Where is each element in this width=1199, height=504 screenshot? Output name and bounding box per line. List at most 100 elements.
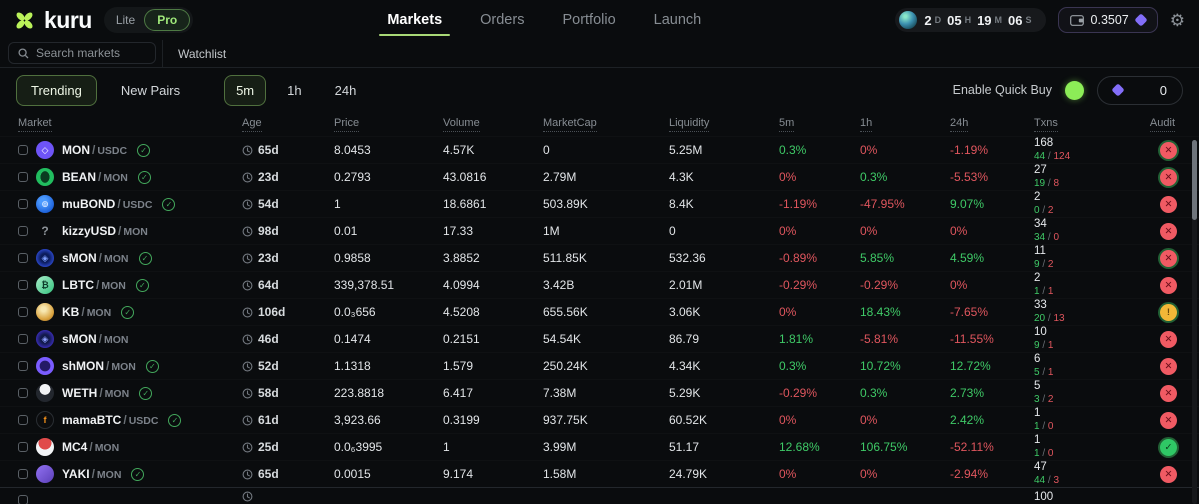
table-row[interactable]: BEAN / MON ✓ 23d 0.2793 43.0816 2.79M 4.3K… [0,163,1199,190]
audit-badge-icon[interactable]: ✕ [1160,141,1177,159]
nav-launch[interactable]: Launch [652,2,704,38]
marketcap-cell: 0 [543,143,550,157]
nav-orders[interactable]: Orders [478,2,526,38]
audit-badge-icon[interactable]: ✕ [1160,384,1177,402]
market-cell: shMON / MON ✓ [18,357,242,375]
settings-gear-icon[interactable]: ⚙︎ [1170,12,1185,29]
txns-ratio-separator: / [1039,366,1048,378]
scrollbar-thumb[interactable] [1192,140,1197,220]
table-row[interactable]: ? kizzyUSD/MON ✓ 98d 0.01 17.33 1M 0 0% … [0,217,1199,244]
txns-sells: 2 [1047,258,1054,270]
table-row[interactable]: ◈ sMON/MON ✓ 46d 0.1474 0.2151 54.54K 86… [0,325,1199,352]
age-value: 25d [258,440,279,454]
token-icon: f [36,411,54,429]
txns-sells: 3 [1053,474,1060,486]
marketcap-cell: 937.75K [543,413,588,427]
verified-badge-icon: ✓ [145,359,159,373]
table-row[interactable]: / ✓ 100 / [0,487,1199,504]
txns-total: 10 [1034,326,1047,339]
txns-total: 2 [1034,272,1041,285]
audit-badge-icon[interactable]: ✕ [1160,330,1177,348]
table-row[interactable]: ⊚ muBOND / USDC ✓ 54d 1 18.6861 503.89K 8.… [0,190,1199,217]
mode-lite-button[interactable]: Lite [107,10,144,30]
table-row[interactable]: MC4/MON ✓ 25d 0.0₆3995 1 3.99M 51.17 12.… [0,433,1199,460]
change-24h-cell: -52.11% [950,440,994,454]
audit-badge-icon[interactable]: ✕ [1160,276,1177,294]
timeframe-5m-button[interactable]: 5m [224,74,267,106]
txns-ratio: 44 / 124 [1034,151,1139,163]
audit-badge-icon[interactable]: ✕ [1160,195,1177,213]
change-1h-cell: 0% [860,224,878,238]
nav-markets[interactable]: Markets [379,2,450,38]
preview-frame-icon[interactable] [18,145,28,155]
preview-frame-icon[interactable] [18,280,28,290]
quick-buy-amount-input[interactable]: 0 [1097,75,1183,105]
age-cell: 23d [242,170,334,184]
preview-frame-icon[interactable] [18,388,28,398]
nav-portfolio[interactable]: Portfolio [560,2,617,38]
brand[interactable]: kuru [12,7,92,34]
filter-new-pairs-button[interactable]: New Pairs [106,75,195,106]
table-row[interactable]: WETH / MON ✓ 58d 223.8818 6.417 7.38M 5.29… [0,379,1199,406]
mode-pro-button[interactable]: Pro [144,9,191,31]
table-row[interactable]: ◈ sMON / MON ✓ 23d 0.9858 3.8852 511.85K 5… [0,244,1199,271]
quick-buy-toggle[interactable] [1065,80,1084,100]
countdown-chip[interactable]: 2 D 05 H 19 M 06 S [895,8,1046,32]
age-cell [242,491,334,502]
preview-frame-icon[interactable] [18,199,28,209]
countdown-days: 2 [924,12,932,28]
preview-frame-icon[interactable] [18,415,28,425]
pair-quote: MON [104,388,130,400]
clock-icon [242,442,253,453]
filter-trending-button[interactable]: Trending [16,74,97,106]
wallet-balance-button[interactable]: 0.3507 [1057,7,1158,33]
pair-label: KB / MON [62,305,111,319]
table-row[interactable]: ◇ MON / USDC ✓ 65d 8.0453 4.57K 0 5.25M 0.… [0,136,1199,163]
col-marketcap: MarketCap [543,117,669,132]
table-row[interactable]: shMON / MON ✓ 52d 1.1318 1.579 250.24K 4.3… [0,352,1199,379]
audit-badge-icon[interactable]: ! [1160,303,1177,321]
token-icon [36,168,54,186]
table-row[interactable]: YAKI / MON ✓ 65d 0.0015 9.174 1.58M 24.79K… [0,460,1199,487]
preview-frame-icon[interactable] [18,253,28,263]
audit-badge-icon[interactable]: ✕ [1160,222,1177,240]
preview-frame-icon[interactable] [18,307,28,317]
preview-frame-icon[interactable] [18,334,28,344]
audit-badge-icon[interactable]: ✕ [1160,357,1177,375]
table-row[interactable]: ₿ LBTC / MON ✓ 64d 339,378.51 4.0994 3.42B… [0,271,1199,298]
audit-badge-icon[interactable]: ✕ [1160,411,1177,429]
timeframe-24h-button[interactable]: 24h [323,75,369,106]
timeframe-1h-button[interactable]: 1h [275,75,313,106]
table-row[interactable]: KB / MON ✓ 106d 0.0₃656 4.5208 655.56K 3.0… [0,298,1199,325]
preview-frame-icon[interactable] [18,361,28,371]
change-24h-cell: -2.94% [950,467,989,481]
preview-frame-icon[interactable] [18,469,28,479]
volume-cell: 1.579 [443,359,474,373]
change-24h-cell: -1.19% [950,143,989,157]
audit-badge-icon[interactable]: ✓ [1160,438,1177,456]
audit-badge-icon[interactable]: ✕ [1160,465,1177,483]
mode-switch: Lite Pro [103,7,194,33]
preview-frame-icon[interactable] [18,172,28,182]
txns-cell: 6 5 / 1 [1034,353,1139,378]
verified-badge-icon: ✓ [121,305,135,319]
price-cell: 0.0₆3995 [334,440,383,454]
txns-buys: 44 [1034,474,1046,486]
col-txns: Txns [1034,117,1139,132]
preview-frame-icon[interactable] [18,226,28,236]
pair-label: WETH / MON [62,386,129,400]
liquidity-cell: 2.01M [669,278,703,292]
pair-quote: MON [96,469,122,481]
pair-quote: MON [86,307,112,319]
table-row[interactable]: f mamaBTC / USDC ✓ 61d 3,923.66 0.3199 937… [0,406,1199,433]
search-input[interactable]: Search markets [8,42,156,64]
preview-frame-icon[interactable] [18,495,28,504]
scrollbar-track[interactable] [1192,140,1197,504]
age-cell: 54d [242,197,334,211]
preview-frame-icon[interactable] [18,442,28,452]
txns-cell: 33 20 / 13 [1034,299,1139,324]
market-cell: / ✓ [18,491,242,504]
audit-badge-icon[interactable]: ✕ [1160,249,1177,267]
audit-badge-icon[interactable]: ✕ [1160,168,1177,186]
watchlist-tab[interactable]: Watchlist [163,40,226,67]
